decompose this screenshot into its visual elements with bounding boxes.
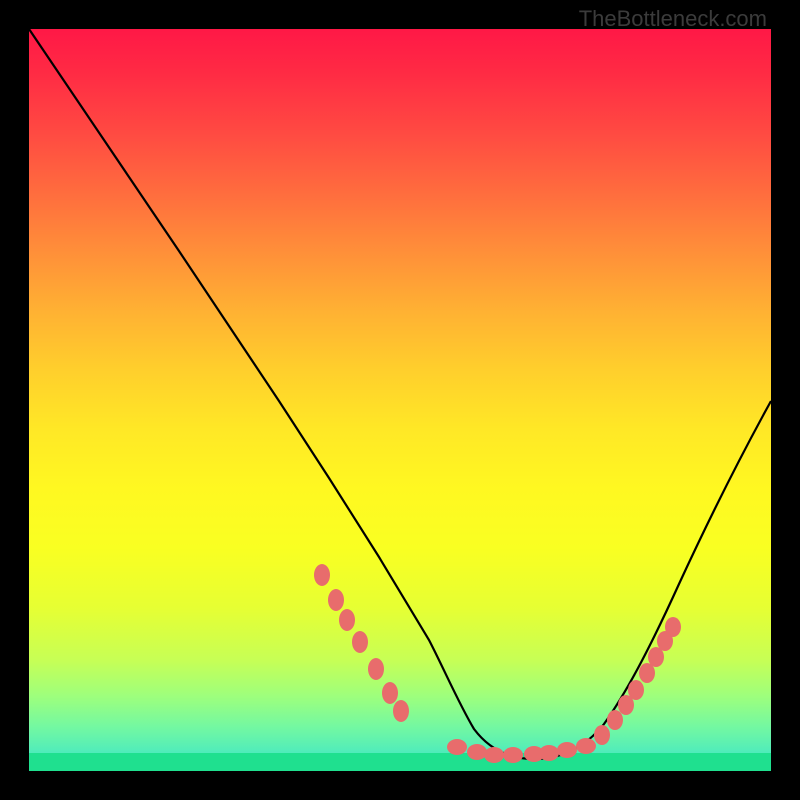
highlight-dots [314, 564, 681, 763]
curve-layer [29, 29, 771, 771]
plot-area [29, 29, 771, 771]
chart-container: TheBottleneck.com [0, 0, 800, 800]
